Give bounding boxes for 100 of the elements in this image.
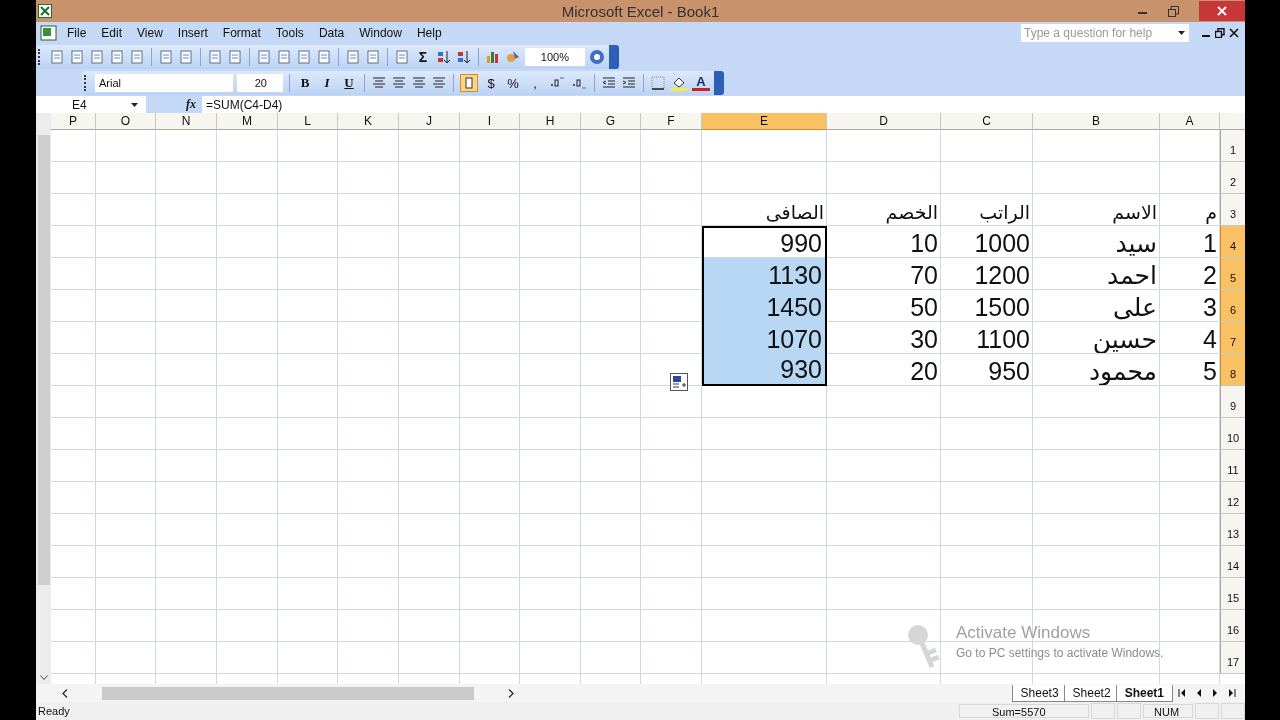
sort-descending-icon[interactable] xyxy=(456,49,472,65)
row-header[interactable]: 16 xyxy=(1220,610,1245,642)
close-button[interactable] xyxy=(1199,1,1245,21)
increase-indent-icon[interactable] xyxy=(621,75,637,91)
align-icon[interactable] xyxy=(411,75,427,91)
formula-field[interactable]: =SUM(C4-D4) xyxy=(202,97,1245,112)
row-header[interactable]: 4 xyxy=(1220,226,1245,258)
column-header[interactable]: H xyxy=(520,113,581,130)
row-header[interactable]: 11 xyxy=(1220,450,1245,482)
next-sheet-icon[interactable] xyxy=(1212,689,1218,697)
font-dropdown[interactable]: Arial xyxy=(95,74,233,92)
comma-style-button[interactable]: , xyxy=(526,75,544,91)
menu-item[interactable]: Format xyxy=(217,26,267,40)
menu-item[interactable]: Help xyxy=(411,26,448,40)
table-cell-text: حسين xyxy=(1091,324,1158,354)
status-panel xyxy=(1117,703,1141,719)
column-header[interactable]: K xyxy=(338,113,399,130)
column-header[interactable]: F xyxy=(641,113,702,130)
scroll-down-icon[interactable] xyxy=(39,675,48,680)
table-cell-text: 20 xyxy=(909,356,939,386)
row-header[interactable]: 2 xyxy=(1220,162,1245,194)
sort-ascending-icon[interactable] xyxy=(436,49,452,65)
row-header[interactable]: 12 xyxy=(1220,482,1245,514)
table-cell-text: 4 xyxy=(1202,324,1218,354)
insert-function-button[interactable]: fx xyxy=(186,97,196,112)
paste-options-icon[interactable] xyxy=(670,373,688,391)
font-size-dropdown[interactable]: 20 xyxy=(237,74,283,92)
column-header[interactable]: I xyxy=(460,113,520,130)
table-cell-text: محمود xyxy=(1087,356,1158,386)
workbook-icon[interactable] xyxy=(40,25,58,41)
font-color-button[interactable]: A xyxy=(692,75,710,91)
menu-item[interactable]: Window xyxy=(354,26,408,40)
name-box[interactable]: E4 xyxy=(36,96,146,113)
vertical-scrollbar[interactable] xyxy=(36,113,51,684)
table-cell-text: 2 xyxy=(1202,260,1218,290)
table-cell-text: 1000 xyxy=(973,228,1031,258)
row-header[interactable]: 7 xyxy=(1220,322,1245,354)
sheet-tab[interactable]: Sheet1 xyxy=(1115,684,1173,702)
menu-item[interactable]: Edit xyxy=(96,26,129,40)
menu-item[interactable]: Insert xyxy=(172,26,214,40)
table-cell: 1450 xyxy=(702,290,827,322)
decrease-indent-icon[interactable] xyxy=(601,75,617,91)
bold-button[interactable]: B xyxy=(296,75,314,91)
row-header[interactable]: 14 xyxy=(1220,546,1245,578)
row-header[interactable]: 3 xyxy=(1220,194,1245,226)
new-document-icon[interactable] xyxy=(49,49,65,65)
toolbar-options-button[interactable] xyxy=(714,71,724,95)
row-header[interactable]: 8 xyxy=(1220,354,1245,386)
menu-item[interactable]: File xyxy=(62,26,93,40)
close-icon[interactable] xyxy=(1229,28,1239,38)
row-header[interactable]: 5 xyxy=(1220,258,1245,290)
column-header[interactable]: P xyxy=(51,113,96,130)
fill-color-icon[interactable] xyxy=(670,75,688,91)
right-to-left-icon[interactable] xyxy=(460,74,478,92)
row-header[interactable]: 9 xyxy=(1220,386,1245,418)
column-header[interactable]: J xyxy=(399,113,460,130)
row-header[interactable]: 15 xyxy=(1220,578,1245,610)
first-sheet-icon[interactable] xyxy=(1178,689,1186,697)
help-search-field[interactable]: Type a question for help xyxy=(1021,24,1189,42)
last-sheet-icon[interactable] xyxy=(1228,689,1236,697)
column-header[interactable]: B xyxy=(1033,113,1160,130)
row-header[interactable]: 13 xyxy=(1220,514,1245,546)
column-header[interactable]: C xyxy=(941,113,1033,130)
menu-item[interactable]: Data xyxy=(313,26,351,40)
table-cell: 1070 xyxy=(702,322,827,354)
spreadsheet-icon xyxy=(38,4,52,18)
restore-icon[interactable] xyxy=(1215,28,1225,38)
previous-sheet-icon[interactable] xyxy=(1196,689,1202,697)
column-header[interactable]: L xyxy=(278,113,338,130)
merge-center-icon[interactable] xyxy=(431,75,447,91)
chart-icon[interactable] xyxy=(485,49,501,65)
column-header[interactable]: G xyxy=(581,113,641,130)
column-header[interactable]: D xyxy=(827,113,941,130)
row-header[interactable]: 1 xyxy=(1220,130,1245,162)
menu-item[interactable]: Tools xyxy=(270,26,310,40)
column-header[interactable]: E xyxy=(702,113,827,130)
italic-button[interactable]: I xyxy=(318,75,336,91)
borders-icon[interactable] xyxy=(650,75,666,91)
row-header[interactable]: 17 xyxy=(1220,642,1245,674)
column-header[interactable]: O xyxy=(96,113,156,130)
column-header[interactable]: N xyxy=(156,113,217,130)
scroll-right-icon[interactable] xyxy=(508,688,514,698)
align-icon[interactable] xyxy=(371,75,387,91)
autosum-button[interactable]: Σ xyxy=(414,49,432,65)
help-icon[interactable] xyxy=(589,49,605,65)
row-header[interactable]: 6 xyxy=(1220,290,1245,322)
scroll-left-icon[interactable] xyxy=(62,688,68,698)
status-panel xyxy=(1221,703,1245,719)
align-icon[interactable] xyxy=(391,75,407,91)
select-all-button[interactable] xyxy=(1220,113,1245,130)
underline-button[interactable]: U xyxy=(340,75,358,91)
menu-item[interactable]: View xyxy=(132,26,169,40)
percent-button[interactable]: % xyxy=(504,75,522,91)
drawing-icon[interactable] xyxy=(505,49,521,65)
currency-button[interactable]: $ xyxy=(482,75,500,91)
zoom-dropdown[interactable]: 100% xyxy=(525,48,585,66)
row-header[interactable]: 10 xyxy=(1220,418,1245,450)
table-cell-text: 3 xyxy=(1202,292,1218,322)
column-header[interactable]: M xyxy=(217,113,278,130)
column-header[interactable]: A xyxy=(1160,113,1220,130)
